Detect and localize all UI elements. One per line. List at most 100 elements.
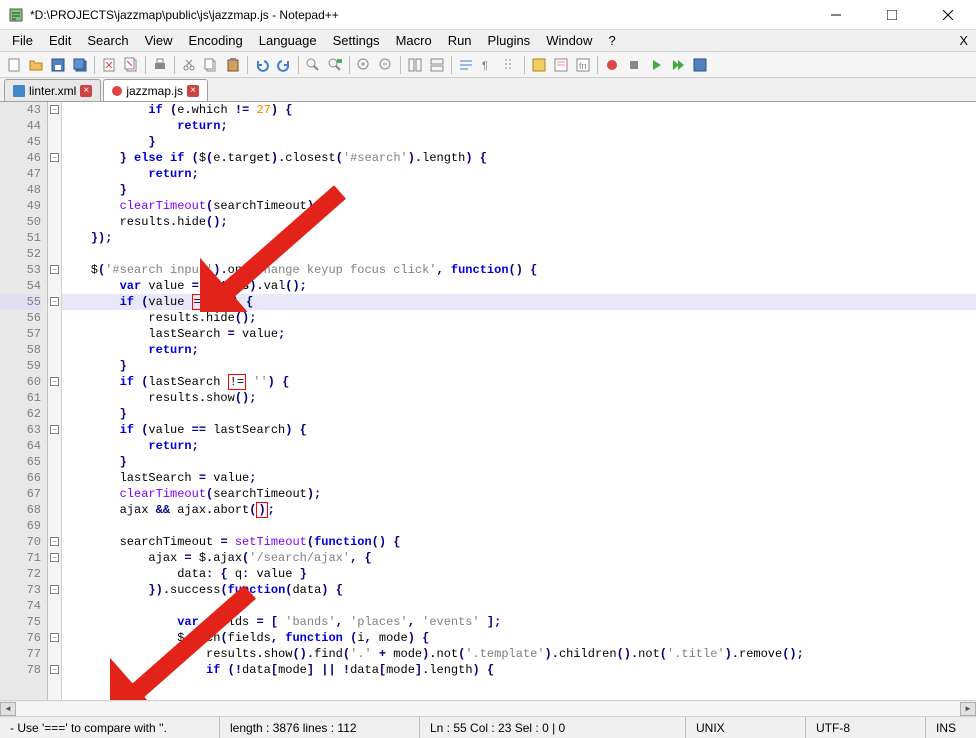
wrap-icon[interactable] (456, 55, 476, 75)
zoom-out-icon[interactable] (376, 55, 396, 75)
code-line[interactable]: searchTimeout = setTimeout(function() { (62, 534, 976, 550)
code-line[interactable]: lastSearch = value; (62, 326, 976, 342)
code-line[interactable]: clearTimeout(searchTimeout); (62, 486, 976, 502)
save-macro-icon[interactable] (690, 55, 710, 75)
code-line[interactable]: lastSearch = value; (62, 470, 976, 486)
code-line[interactable]: if (value == lastSearch) { (62, 422, 976, 438)
func-list-icon[interactable]: fn (573, 55, 593, 75)
find-icon[interactable] (303, 55, 323, 75)
menu-macro[interactable]: Macro (388, 31, 440, 50)
lang-icon[interactable] (529, 55, 549, 75)
fold-toggle[interactable]: − (50, 585, 59, 594)
tab-linter-xml[interactable]: linter.xml × (4, 79, 101, 101)
indent-guide-icon[interactable] (500, 55, 520, 75)
code-line[interactable]: if (!data[mode] || !data[mode].length) { (62, 662, 976, 678)
menu-language[interactable]: Language (251, 31, 325, 50)
close-file-icon[interactable] (99, 55, 119, 75)
fold-toggle[interactable]: − (50, 377, 59, 386)
code-line[interactable]: }); (62, 230, 976, 246)
close-all-icon[interactable] (121, 55, 141, 75)
sync-v-icon[interactable] (405, 55, 425, 75)
fold-toggle[interactable]: − (50, 153, 59, 162)
tab-close-icon[interactable]: × (80, 85, 92, 97)
copy-icon[interactable] (201, 55, 221, 75)
menu-plugins[interactable]: Plugins (480, 31, 539, 50)
fold-toggle[interactable]: − (50, 297, 59, 306)
code-line[interactable]: if (e.which != 27) { (62, 102, 976, 118)
play-multi-icon[interactable] (668, 55, 688, 75)
code-line[interactable]: ajax && ajax.abort(); (62, 502, 976, 518)
scroll-left-icon[interactable]: ◄ (0, 702, 16, 716)
code-line[interactable]: results.hide(); (62, 214, 976, 230)
menu-run[interactable]: Run (440, 31, 480, 50)
code-line[interactable]: ajax = $.ajax('/search/ajax', { (62, 550, 976, 566)
status-insert-mode[interactable]: INS (926, 717, 976, 738)
open-file-icon[interactable] (26, 55, 46, 75)
code-line[interactable]: var fields = [ 'bands', 'places', 'event… (62, 614, 976, 630)
record-icon[interactable] (602, 55, 622, 75)
code-line[interactable]: return; (62, 166, 976, 182)
save-icon[interactable] (48, 55, 68, 75)
stop-icon[interactable] (624, 55, 644, 75)
fold-toggle[interactable]: − (50, 105, 59, 114)
code-line[interactable]: return; (62, 342, 976, 358)
menu-edit[interactable]: Edit (41, 31, 79, 50)
cut-icon[interactable] (179, 55, 199, 75)
status-eol[interactable]: UNIX (686, 717, 806, 738)
code-line[interactable]: results.show().find('.' + mode).not('.te… (62, 646, 976, 662)
paste-icon[interactable] (223, 55, 243, 75)
code-line[interactable]: if (value == '') { (62, 294, 976, 310)
close-button[interactable] (928, 1, 968, 29)
code-line[interactable]: $('#search input').on('change keyup focu… (62, 262, 976, 278)
code-line[interactable]: clearTimeout(searchTimeout); (62, 198, 976, 214)
menu-window[interactable]: Window (538, 31, 600, 50)
fold-toggle[interactable]: − (50, 633, 59, 642)
sync-h-icon[interactable] (427, 55, 447, 75)
code-line[interactable]: }).success(function(data) { (62, 582, 976, 598)
undo-icon[interactable] (252, 55, 272, 75)
print-icon[interactable] (150, 55, 170, 75)
code-line[interactable] (62, 598, 976, 614)
menu-close-x[interactable]: X (959, 33, 968, 48)
code-line[interactable]: return; (62, 118, 976, 134)
code-line[interactable]: } (62, 134, 976, 150)
play-icon[interactable] (646, 55, 666, 75)
menu-file[interactable]: File (4, 31, 41, 50)
scroll-track[interactable] (16, 702, 960, 716)
code-line[interactable]: } (62, 358, 976, 374)
minimize-button[interactable] (816, 1, 856, 29)
menu-view[interactable]: View (137, 31, 181, 50)
code-line[interactable] (62, 246, 976, 262)
doc-map-icon[interactable] (551, 55, 571, 75)
code-line[interactable]: data: { q: value } (62, 566, 976, 582)
zoom-in-icon[interactable] (354, 55, 374, 75)
fold-toggle[interactable]: − (50, 553, 59, 562)
code-line[interactable]: $.each(fields, function (i, mode) { (62, 630, 976, 646)
tab-jazzmap-js[interactable]: jazzmap.js × (103, 79, 208, 101)
status-encoding[interactable]: UTF-8 (806, 717, 926, 738)
horizontal-scrollbar[interactable]: ◄ ► (0, 700, 976, 716)
replace-icon[interactable] (325, 55, 345, 75)
code-line[interactable]: results.show(); (62, 390, 976, 406)
fold-toggle[interactable]: − (50, 665, 59, 674)
save-all-icon[interactable] (70, 55, 90, 75)
maximize-button[interactable] (872, 1, 912, 29)
code-line[interactable]: results.hide(); (62, 310, 976, 326)
code-area[interactable]: if (e.which != 27) { return; } } else if… (62, 102, 976, 700)
all-chars-icon[interactable]: ¶ (478, 55, 498, 75)
code-line[interactable]: } (62, 454, 976, 470)
fold-toggle[interactable]: − (50, 537, 59, 546)
menu-settings[interactable]: Settings (325, 31, 388, 50)
editor[interactable]: 4344454647484950515253545556575859606162… (0, 102, 976, 700)
code-line[interactable]: var value = $(this).val(); (62, 278, 976, 294)
code-line[interactable]: if (lastSearch != '') { (62, 374, 976, 390)
tab-close-icon[interactable]: × (187, 85, 199, 97)
menu-encoding[interactable]: Encoding (181, 31, 251, 50)
code-line[interactable] (62, 518, 976, 534)
fold-toggle[interactable]: − (50, 265, 59, 274)
menu-?[interactable]: ? (600, 31, 623, 50)
code-line[interactable]: } else if ($(e.target).closest('#search'… (62, 150, 976, 166)
fold-toggle[interactable]: − (50, 425, 59, 434)
redo-icon[interactable] (274, 55, 294, 75)
scroll-right-icon[interactable]: ► (960, 702, 976, 716)
